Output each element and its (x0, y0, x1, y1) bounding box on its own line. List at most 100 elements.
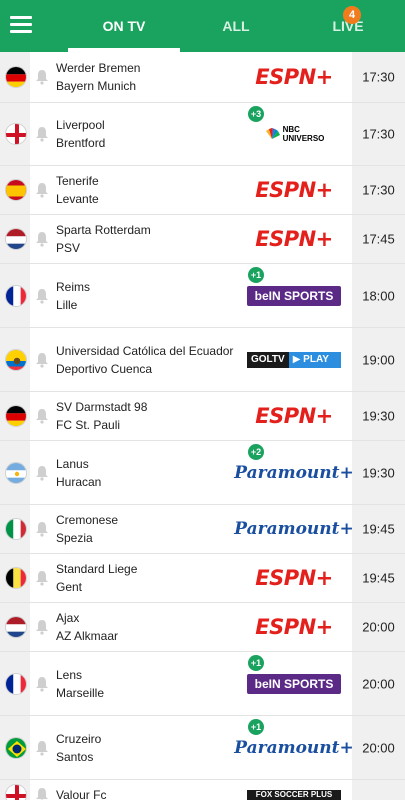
away-team: Huracan (56, 474, 102, 489)
match-teams: Reims Lille (56, 278, 236, 314)
match-row[interactable]: Tenerife Levante ESPN+ 17:30 (0, 166, 405, 215)
match-teams: Cruzeiro Santos (56, 730, 236, 766)
tab-all[interactable]: ALL (200, 0, 272, 52)
kickoff-time: 20:00 (362, 619, 395, 635)
match-row[interactable]: Sparta Rotterdam PSV ESPN+ 17:45 (0, 215, 405, 264)
away-team: Santos (56, 749, 94, 764)
match-row[interactable]: Werder Bremen Bayern Munich ESPN+ 17:30 (0, 52, 405, 103)
kickoff-time: 17:30 (362, 69, 395, 85)
bein-sports-logo[interactable]: beIN SPORTS (247, 673, 341, 695)
bell-icon[interactable] (35, 182, 49, 198)
bell-icon[interactable] (35, 570, 49, 586)
argentina-flag-icon (5, 461, 27, 484)
home-team: Ajax (56, 611, 80, 625)
match-row[interactable]: Reims Lille beIN SPORTS +1 18:00 (0, 264, 405, 328)
extra-channels-badge[interactable]: +1 (248, 267, 264, 283)
time-column (352, 780, 405, 800)
goltv-play-logo[interactable]: GOLTV ▶ PLAY (247, 349, 341, 371)
espn-plus-logo[interactable]: ESPN+ (247, 178, 341, 202)
netherlands-flag-icon (5, 228, 27, 250)
espn-plus-logo[interactable]: ESPN+ (247, 227, 341, 251)
home-team: Werder Bremen (56, 61, 141, 75)
kickoff-time: 17:45 (362, 231, 395, 247)
home-team: Reims (56, 279, 91, 294)
kickoff-time: 19:30 (362, 465, 395, 480)
match-teams: Standard Liege Gent (56, 560, 236, 596)
kickoff-time: 19:45 (362, 521, 395, 537)
paramount-plus-logo[interactable]: Paramount+ (234, 518, 353, 540)
match-row[interactable]: Universidad Católica del Ecuador Deportiv… (0, 328, 405, 392)
bell-icon[interactable] (35, 288, 49, 304)
ecuador-flag-icon (5, 348, 27, 371)
espn-plus-logo[interactable]: ESPN+ (247, 566, 341, 590)
bell-icon[interactable] (35, 465, 49, 481)
france-flag-icon (5, 284, 27, 307)
spain-flag-icon (5, 179, 27, 201)
extra-channels-badge[interactable]: +1 (248, 719, 264, 735)
home-team: Sparta Rotterdam (56, 223, 151, 237)
match-teams: Ajax AZ Alkmaar (56, 609, 236, 645)
bell-icon[interactable] (35, 69, 49, 85)
bell-icon[interactable] (35, 740, 49, 756)
kickoff-time: 19:45 (362, 570, 395, 586)
bell-icon[interactable] (35, 408, 49, 424)
bell-icon[interactable] (35, 676, 49, 692)
espn-plus-logo[interactable]: ESPN+ (247, 615, 341, 639)
match-teams: Werder Bremen Bayern Munich (56, 59, 236, 95)
nbc-universo-logo[interactable]: NBC UNIVERSO (247, 123, 341, 145)
match-row[interactable]: Cremonese Spezia Paramount+ 19:45 (0, 505, 405, 554)
match-row[interactable]: SV Darmstadt 98 FC St. Pauli ESPN+ 19:30 (0, 392, 405, 441)
espn-plus-logo[interactable]: ESPN+ (247, 404, 341, 428)
home-team: Cruzeiro (56, 731, 102, 746)
paramount-plus-logo[interactable]: Paramount+ (234, 737, 353, 759)
match-row[interactable]: Valour Fc FOX SOCCER PLUS (0, 780, 405, 800)
home-team: Liverpool (56, 118, 105, 132)
bell-icon[interactable] (35, 231, 49, 247)
bell-icon[interactable] (35, 619, 49, 635)
match-row[interactable]: Ajax AZ Alkmaar ESPN+ 20:00 (0, 603, 405, 652)
france-flag-icon (5, 672, 27, 695)
extra-channels-badge[interactable]: +3 (248, 106, 264, 122)
top-app-bar: ON TV ALL LIVE 4 (0, 0, 405, 52)
away-team: Bayern Munich (56, 79, 137, 93)
netherlands-flag-icon (5, 616, 27, 638)
home-team: Lanus (56, 456, 89, 471)
bein-sports-logo[interactable]: beIN SPORTS (247, 285, 341, 307)
match-teams: Universidad Católica del Ecuador Deportiv… (56, 342, 236, 378)
kickoff-time: 20:00 (362, 740, 395, 755)
away-team: AZ Alkmaar (56, 629, 119, 643)
kickoff-time: 20:00 (362, 676, 395, 691)
brazil-flag-icon (5, 736, 27, 759)
extra-channels-badge[interactable]: +2 (248, 444, 264, 460)
match-row[interactable]: Lanus Huracan Paramount+ +2 19:30 (0, 441, 405, 505)
menu-icon[interactable] (10, 16, 32, 36)
away-team: Gent (56, 580, 83, 594)
espn-plus-logo[interactable]: ESPN+ (247, 65, 341, 89)
home-team: Lens (56, 667, 83, 682)
match-teams: Liverpool Brentford (56, 116, 236, 152)
bell-icon[interactable] (35, 352, 49, 368)
home-team: SV Darmstadt 98 (56, 400, 148, 414)
away-team: PSV (56, 241, 81, 255)
match-row[interactable]: Liverpool Brentford NBC UNIVERSO +3 17:30 (0, 103, 405, 166)
match-row[interactable]: Standard Liege Gent ESPN+ 19:45 (0, 554, 405, 603)
bell-icon[interactable] (35, 787, 49, 800)
match-teams: Valour Fc (56, 786, 236, 800)
germany-flag-icon (5, 66, 27, 88)
away-team: Spezia (56, 531, 93, 545)
bell-icon[interactable] (35, 126, 49, 142)
tab-on-tv[interactable]: ON TV (68, 0, 180, 52)
paramount-plus-logo[interactable]: Paramount+ (234, 462, 353, 484)
kickoff-time: 17:30 (362, 126, 395, 142)
kickoff-time: 18:00 (362, 288, 395, 303)
fox-soccer-plus-logo[interactable]: FOX SOCCER PLUS (247, 784, 341, 800)
extra-channels-badge[interactable]: +1 (248, 655, 264, 671)
match-row[interactable]: Cruzeiro Santos Paramount+ +1 20:00 (0, 716, 405, 780)
home-team: Valour Fc (56, 787, 107, 800)
match-row[interactable]: Lens Marseille beIN SPORTS +1 20:00 (0, 652, 405, 716)
away-team: Brentford (56, 136, 106, 150)
match-teams: Lens Marseille (56, 666, 236, 702)
match-list: Werder Bremen Bayern Munich ESPN+ 17:30 Live… (0, 52, 405, 800)
bell-icon[interactable] (35, 521, 49, 537)
match-teams: SV Darmstadt 98 FC St. Pauli (56, 398, 236, 434)
